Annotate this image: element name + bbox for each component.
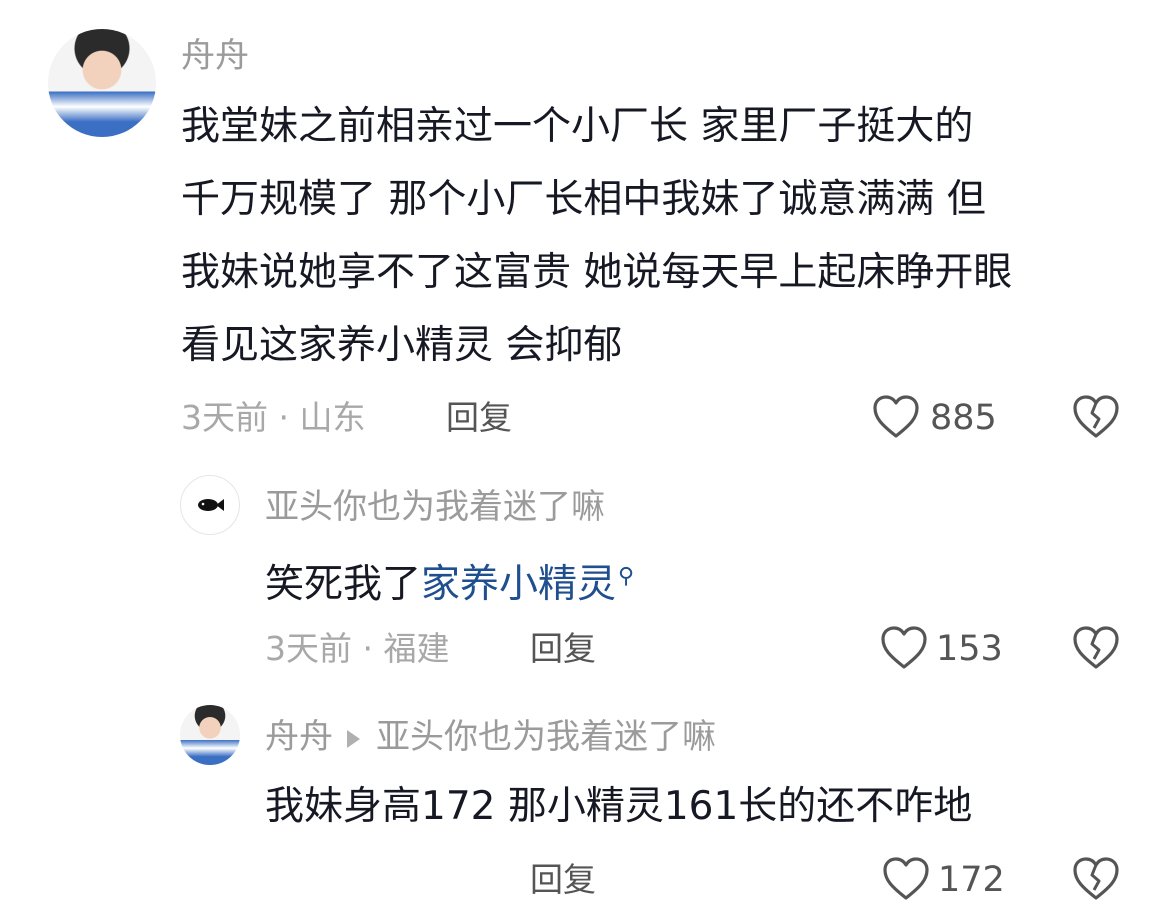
- broken-heart-icon: [1073, 626, 1119, 669]
- dislike-button[interactable]: [1072, 394, 1120, 444]
- heart-outline-icon: [883, 857, 929, 900]
- reply-to-username[interactable]: 亚头你也为我着迷了嘛: [376, 717, 716, 757]
- comment-text-line: 千万规模了 那个小厂长相中我妹了诚意满满 但: [181, 177, 986, 222]
- reply-button[interactable]: 回复: [530, 629, 596, 669]
- comment-meta: 3天前 · 山东: [181, 398, 366, 437]
- reply-text-prefix: 笑死我了: [265, 562, 422, 607]
- like-count: 153: [936, 629, 1003, 669]
- broken-heart-icon: [1073, 857, 1119, 900]
- reply-text: 我妹身高172 那小精灵161长的还不咋地: [265, 784, 973, 829]
- heart-outline-icon: [873, 395, 919, 438]
- reply-username[interactable]: 亚头你也为我着迷了嘛: [265, 487, 605, 527]
- search-keyword-link[interactable]: 家养小精灵: [421, 562, 616, 607]
- like-button[interactable]: [872, 394, 920, 444]
- fish-icon: [198, 499, 224, 511]
- avatar[interactable]: [180, 705, 240, 765]
- reply-username[interactable]: 舟舟: [265, 717, 333, 757]
- reply-button[interactable]: 回复: [446, 398, 512, 438]
- comment-text-line: 看见这家养小精灵 会抑郁: [181, 323, 623, 368]
- reply-to-arrow-icon: [347, 729, 360, 748]
- heart-outline-icon: [881, 626, 927, 669]
- reply-text: 笑死我了家养小精灵⚲: [265, 540, 634, 621]
- comment-username[interactable]: 舟舟: [181, 36, 249, 76]
- reply-header: 舟舟 亚头你也为我着迷了嘛: [265, 717, 716, 757]
- like-button[interactable]: [880, 625, 928, 675]
- like-count: 885: [930, 398, 997, 438]
- broken-heart-icon: [1073, 395, 1119, 438]
- reply-button[interactable]: 回复: [530, 860, 596, 900]
- comment-text-line: 我堂妹之前相亲过一个小厂长 家里厂子挺大的: [181, 104, 974, 149]
- search-icon[interactable]: ⚲: [618, 564, 634, 589]
- dislike-button[interactable]: [1072, 856, 1120, 906]
- dislike-button[interactable]: [1072, 625, 1120, 675]
- avatar[interactable]: [180, 475, 240, 535]
- avatar[interactable]: [48, 29, 156, 137]
- reply-meta: 3天前 · 福建: [265, 629, 450, 668]
- comment-text-line: 我妹说她享不了这富贵 她说每天早上起床睁开眼: [181, 250, 1013, 295]
- like-count: 172: [938, 860, 1005, 900]
- like-button[interactable]: [882, 856, 930, 906]
